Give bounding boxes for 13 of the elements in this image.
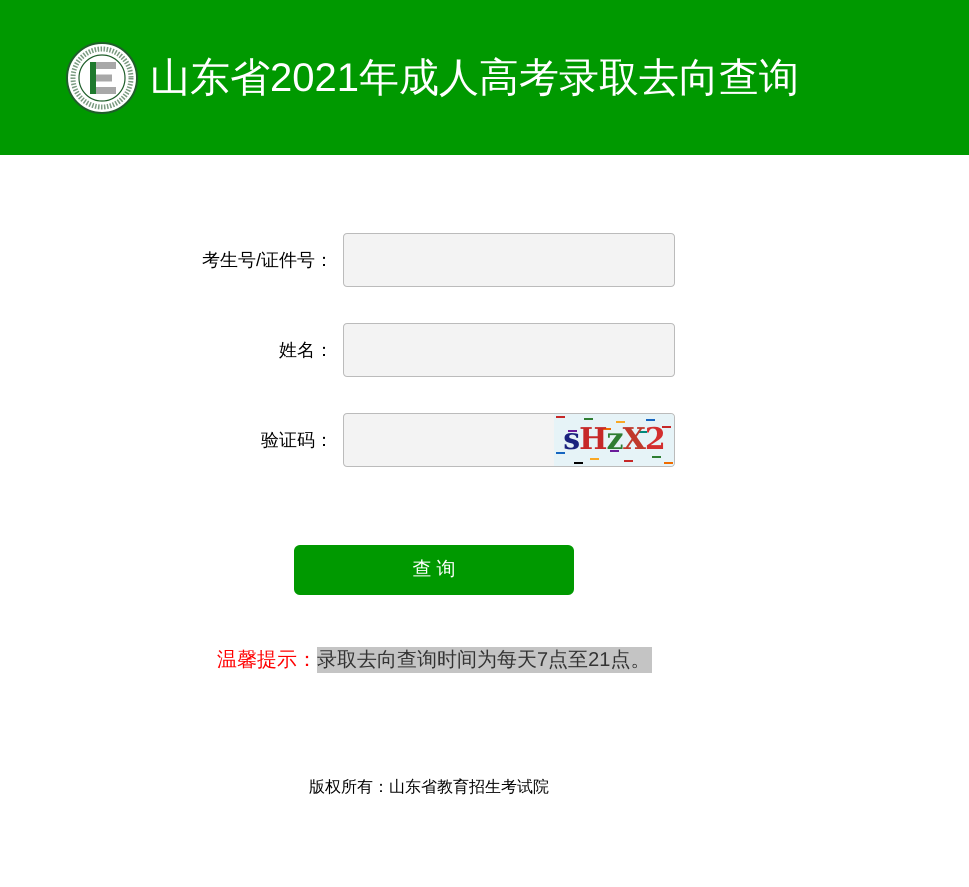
field-label: 考生号/证件号： xyxy=(202,248,333,272)
field-label: 姓名： xyxy=(279,338,333,362)
notice-text: 录取去向查询时间为每天7点至21点。 xyxy=(317,647,652,673)
emblem-icon xyxy=(66,42,138,114)
copyright-text: 版权所有：山东省教育招生考试院 xyxy=(309,777,549,798)
query-button[interactable]: 查 询 xyxy=(294,545,574,595)
input-field[interactable] xyxy=(343,323,675,377)
captcha-text: sHzX2 xyxy=(563,425,665,455)
captcha-field[interactable]: sHzX2 xyxy=(343,413,675,467)
page-title: 山东省2021年成人高考录取去向查询 xyxy=(150,58,799,98)
input-field[interactable] xyxy=(343,233,675,287)
field-label: 验证码： xyxy=(261,428,333,452)
notice-label: 温馨提示： xyxy=(217,648,317,673)
